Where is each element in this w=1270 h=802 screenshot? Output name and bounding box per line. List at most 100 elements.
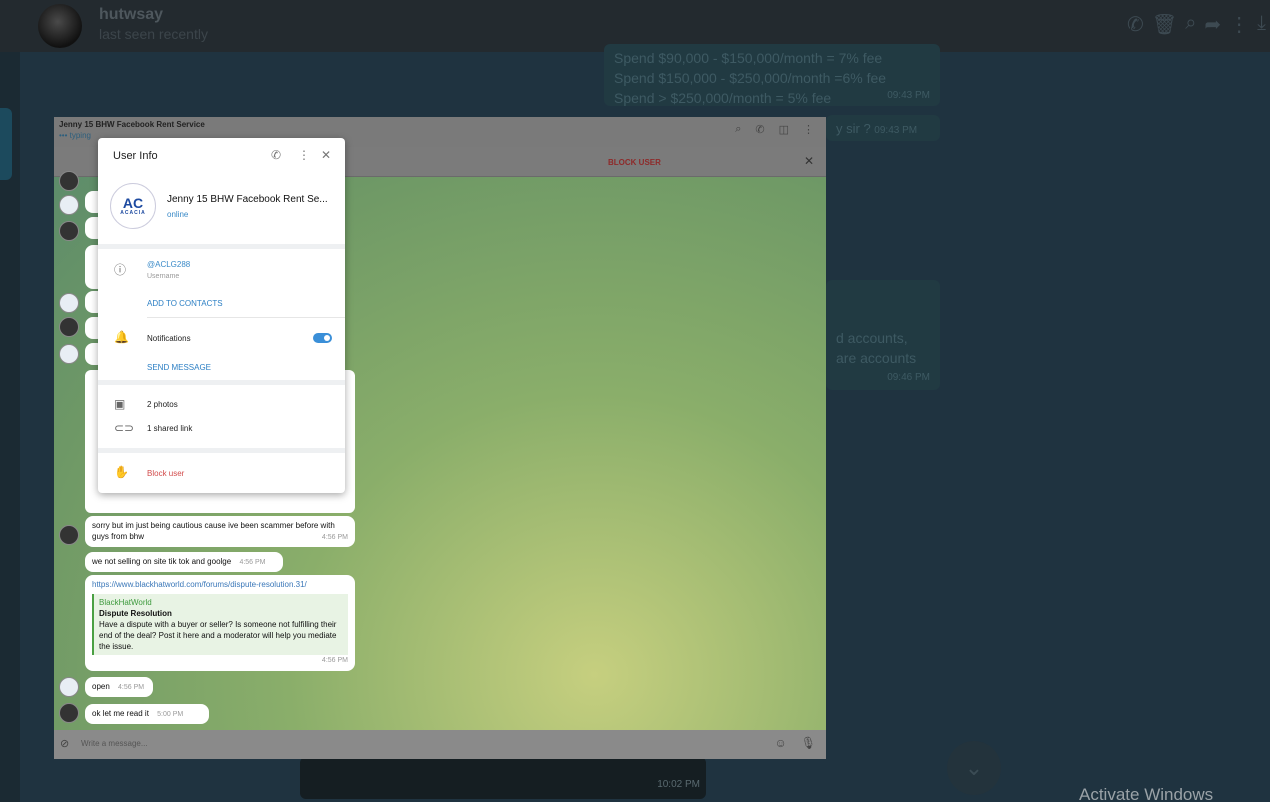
message-time: 09:46 PM — [887, 372, 930, 383]
username-value[interactable]: @ACLG288 — [147, 260, 190, 269]
send-message-button[interactable]: SEND MESSAGE — [147, 363, 211, 372]
forward-icon[interactable]: ➦ — [1204, 12, 1221, 37]
message-time: 4:56 PM — [321, 657, 348, 664]
avatar[interactable] — [59, 171, 79, 191]
modal-header: User Info ✆ ⋮ ✕ — [98, 138, 345, 174]
profile-avatar[interactable]: AC ACACIA — [110, 183, 156, 229]
link-icon: ⊂⊃ — [114, 421, 135, 435]
tg-header-actions: ⌕ ✆ ◫ ⋮ — [735, 123, 814, 136]
message-time: 10:02 PM — [657, 779, 700, 790]
notifications-label: Notifications — [147, 334, 191, 343]
side-panel-tab[interactable] — [0, 108, 12, 180]
avatar[interactable] — [59, 293, 79, 313]
phone-icon[interactable]: ✆ — [755, 123, 764, 136]
notifications-toggle[interactable] — [313, 333, 332, 343]
message-bubble: open 4:56 PM — [85, 677, 153, 697]
contact-avatar[interactable] — [38, 4, 82, 48]
download-icon[interactable]: ⤓ — [1257, 12, 1266, 37]
message-bubble: sorry but im just being cautious cause i… — [85, 516, 355, 547]
username-label: Username — [147, 273, 180, 280]
header-actions: ✆ 🗑 ⌕ ➦ ⋮ ⤓ — [1127, 12, 1266, 37]
avatar[interactable] — [59, 221, 79, 241]
message-bubble: https://www.blackhatworld.com/forums/dis… — [85, 575, 355, 671]
tg-typing-status: ••• typing — [59, 131, 91, 140]
profile-section: AC ACACIA Jenny 15 BHW Facebook Rent Se.… — [98, 174, 345, 244]
message-time: 4:56 PM — [321, 534, 348, 541]
bell-icon: 🔔 — [114, 330, 129, 344]
attach-icon[interactable]: ⊘ — [60, 737, 69, 750]
close-icon[interactable]: ✕ — [321, 148, 331, 162]
fee-line: Spend $90,000 - $150,000/month = 7% fee — [614, 50, 883, 66]
preview-title: Dispute Resolution — [99, 609, 172, 618]
trash-icon[interactable]: 🗑 — [1152, 12, 1177, 37]
preview-description: Have a dispute with a buyer or seller? I… — [99, 620, 337, 651]
close-icon[interactable]: ✕ — [804, 154, 814, 168]
message-time: 09:43 PM — [887, 90, 930, 101]
shared-links-item[interactable]: 1 shared link — [147, 424, 192, 433]
profile-status: online — [167, 210, 189, 219]
fee-line: Spend > $250,000/month = 5% fee — [614, 90, 832, 106]
message-time: 5:00 PM — [157, 711, 184, 718]
emoji-icon[interactable]: ☺ — [775, 736, 787, 750]
outer-media-bubble[interactable]: 10:02 PM — [300, 757, 706, 799]
message-link[interactable]: https://www.blackhatworld.com/forums/dis… — [92, 579, 348, 590]
add-to-contacts-button[interactable]: ADD TO CONTACTS — [147, 299, 223, 308]
fee-line: Spend $150,000 - $250,000/month =6% fee — [614, 70, 887, 86]
avatar[interactable] — [59, 525, 79, 545]
microphone-icon[interactable]: 🎙 — [801, 736, 816, 750]
windows-watermark: Activate Windows — [1079, 785, 1214, 802]
avatar[interactable] — [59, 703, 79, 723]
media-section: ▣ 2 photos ⊂⊃ 1 shared link — [98, 385, 345, 448]
contact-name[interactable]: hutwsay — [99, 6, 163, 24]
more-icon[interactable]: ⋮ — [803, 123, 814, 136]
user-info-modal: User Info ✆ ⋮ ✕ AC ACACIA Jenny 15 BHW F… — [98, 138, 345, 493]
link-preview[interactable]: BlackHatWorld Dispute Resolution Have a … — [92, 594, 348, 655]
avatar-logo-sub: ACACIA — [120, 210, 146, 216]
info-section: ⓘ @ACLG288 Username ADD TO CONTACTS 🔔 No… — [98, 249, 345, 380]
info-icon: ⓘ — [114, 263, 127, 277]
tg-chat-title[interactable]: Jenny 15 BHW Facebook Rent Service — [59, 120, 205, 129]
divider — [147, 317, 345, 318]
message-text: are accounts — [836, 350, 917, 366]
avatar-logo-main: AC — [122, 195, 144, 211]
message-time: 4:56 PM — [118, 684, 145, 691]
avatar[interactable] — [59, 317, 79, 337]
block-user-button[interactable]: Block user — [147, 469, 184, 478]
phone-icon[interactable]: ✆ — [271, 148, 281, 162]
preview-source: BlackHatWorld — [99, 598, 152, 607]
message-text: open — [92, 682, 110, 691]
phone-icon[interactable]: ✆ — [1127, 12, 1144, 37]
profile-name: Jenny 15 BHW Facebook Rent Se... — [167, 194, 328, 205]
message-text: d accounts, — [836, 330, 908, 346]
contact-status: last seen recently — [99, 26, 208, 42]
photos-item[interactable]: 2 photos — [147, 400, 178, 409]
outer-fee-bubble: Spend $90,000 - $150,000/month = 7% fee … — [604, 44, 940, 106]
sidebar-icon[interactable]: ◫ — [779, 123, 789, 136]
scroll-down-button[interactable]: ⌄ — [947, 741, 1001, 795]
message-composer: ⊘ Write a message... ☺ 🎙 — [54, 730, 826, 759]
outer-question-bubble: y sir ? 09:43 PM — [826, 115, 940, 141]
message-input[interactable]: Write a message... — [81, 739, 148, 748]
search-icon[interactable]: ⌕ — [1185, 12, 1196, 37]
composer-actions: ☺ 🎙 — [775, 736, 817, 750]
more-icon[interactable]: ⋮ — [1229, 12, 1249, 37]
avatar[interactable] — [59, 677, 79, 697]
message-text: sorry but im just being cautious cause i… — [92, 521, 335, 541]
message-text: ok let me read it — [92, 709, 149, 718]
outer-accounts-bubble: d accounts, are accounts 09:46 PM — [826, 280, 940, 390]
chevron-down-icon: ⌄ — [964, 755, 984, 780]
search-icon[interactable]: ⌕ — [735, 123, 741, 136]
more-icon[interactable]: ⋮ — [298, 148, 310, 162]
message-bubble: we not selling on site tik tok and goolg… — [85, 552, 283, 572]
avatar[interactable] — [59, 344, 79, 364]
avatar[interactable] — [59, 195, 79, 215]
message-time: 4:56 PM — [239, 559, 266, 566]
message-text: we not selling on site tik tok and goolg… — [92, 557, 232, 566]
photo-icon: ▣ — [114, 397, 126, 411]
message-text: y sir ? — [836, 121, 871, 136]
message-bubble: ok let me read it 5:00 PM — [85, 704, 209, 724]
message-time: 09:43 PM — [874, 125, 918, 136]
danger-section: ✋ Block user — [98, 453, 345, 493]
modal-title: User Info — [113, 150, 158, 162]
block-user-bar-button[interactable]: BLOCK USER — [608, 158, 661, 167]
